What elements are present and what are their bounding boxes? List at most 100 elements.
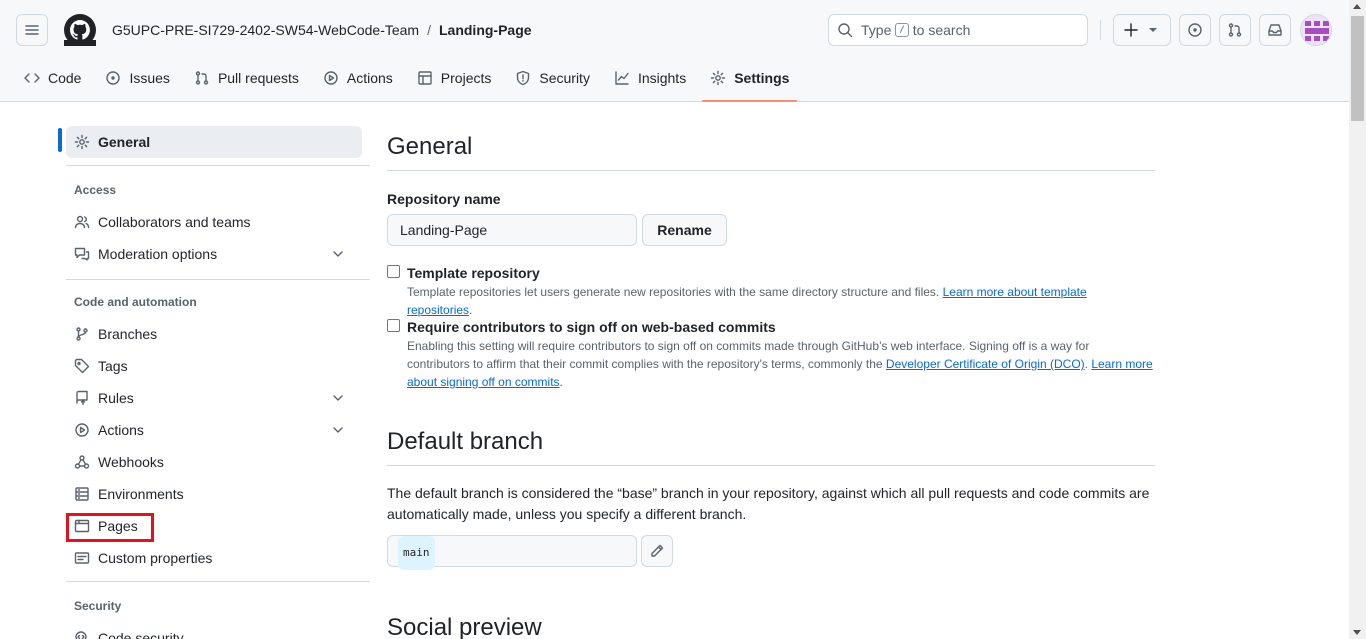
sidebar-item-collaborators[interactable]: Collaborators and teams: [66, 206, 362, 238]
pencil-icon: [649, 543, 665, 559]
sidebar-item-label: Environments: [98, 486, 184, 502]
repo-name-label: Repository name: [387, 191, 501, 207]
tab-label: Insights: [637, 70, 687, 86]
gear-icon: [710, 70, 726, 86]
github-logo-icon[interactable]: [64, 14, 96, 46]
tab-insights[interactable]: Insights: [606, 62, 694, 94]
dco-link[interactable]: Developer Certificate of Origin (DCO): [886, 357, 1085, 371]
menu-button[interactable]: [16, 14, 48, 46]
avatar[interactable]: [1300, 14, 1332, 46]
tag-icon: [74, 358, 90, 374]
signoff-checkbox[interactable]: [387, 319, 400, 332]
sidebar-item-label: Custom properties: [98, 550, 213, 566]
people-icon: [74, 214, 90, 230]
inbox-button[interactable]: [1259, 14, 1291, 46]
pull-requests-button[interactable]: [1219, 14, 1251, 46]
sidebar-item-custom-properties[interactable]: Custom properties: [66, 542, 362, 574]
sidebar-item-tags[interactable]: Tags: [66, 350, 362, 382]
table-icon: [417, 70, 433, 86]
sidebar-item-general[interactable]: General: [66, 126, 362, 158]
tab-label: Settings: [734, 70, 790, 86]
tab-actions[interactable]: Actions: [315, 62, 401, 94]
sidebar-item-webhooks[interactable]: Webhooks: [66, 446, 362, 478]
sidebar-divider: [66, 165, 370, 166]
breadcrumb: G5UPC-PRE-SI729-2402-SW54-WebCode-Team /…: [112, 21, 532, 39]
issue-opened-icon: [1187, 22, 1203, 38]
sidebar-divider: [66, 279, 370, 280]
issue-icon: [105, 70, 121, 86]
repo-name-input[interactable]: Landing-Page: [387, 214, 637, 246]
server-icon: [74, 486, 90, 502]
code-icon: [24, 70, 40, 86]
repo-push-icon: [74, 390, 90, 406]
git-branch-icon: [74, 326, 90, 342]
sidebar-item-label: Code security: [98, 630, 184, 639]
sidebar-item-label: Webhooks: [98, 454, 164, 470]
sidebar-item-label: Rules: [98, 390, 134, 406]
signoff-title: Require contributors to sign off on web-…: [407, 319, 776, 335]
chevron-down-icon: [330, 422, 346, 438]
sidebar-divider: [66, 581, 370, 582]
scrollbar-thumb[interactable]: [1351, 16, 1364, 121]
tab-label: Security: [539, 70, 590, 86]
inbox-icon: [1267, 22, 1283, 38]
search-input[interactable]: Type / to search: [828, 14, 1088, 46]
default-branch-desc: The default branch is considered the “ba…: [387, 485, 1150, 522]
sidebar-item-code-security[interactable]: Code security: [66, 622, 362, 639]
sidebar-item-moderation[interactable]: Moderation options: [66, 238, 362, 270]
sidebar-item-environments[interactable]: Environments: [66, 478, 362, 510]
tab-settings[interactable]: Settings: [702, 62, 798, 102]
sidebar-heading-security: Security: [74, 599, 122, 613]
tab-code[interactable]: Code: [16, 62, 89, 94]
breadcrumb-owner[interactable]: G5UPC-PRE-SI729-2402-SW54-WebCode-Team: [112, 21, 419, 39]
chevron-down-icon: [330, 246, 346, 262]
selected-indicator: [58, 128, 62, 152]
tab-label: Code: [48, 70, 82, 86]
gear-icon: [74, 134, 90, 150]
issues-button[interactable]: [1179, 14, 1211, 46]
pull-request-icon: [194, 70, 210, 86]
template-repository-checkbox[interactable]: [387, 265, 400, 278]
sidebar-item-branches[interactable]: Branches: [66, 318, 362, 350]
search-suffix: to search: [912, 22, 971, 38]
template-repository-title: Template repository: [407, 265, 540, 281]
play-icon: [74, 422, 90, 438]
scroll-up-icon[interactable]: [1353, 4, 1361, 9]
pages-highlight-box: [66, 513, 154, 542]
sidebar-item-label: General: [98, 134, 151, 150]
webhook-icon: [74, 454, 90, 470]
tab-label: Issues: [129, 70, 170, 86]
git-pull-request-icon: [1227, 22, 1243, 38]
sidebar-item-actions[interactable]: Actions: [66, 414, 362, 446]
rename-button[interactable]: Rename: [642, 214, 727, 246]
sidebar-heading-access: Access: [74, 183, 117, 197]
search-prefix: Type: [861, 22, 892, 38]
play-icon: [323, 70, 339, 86]
default-branch-field: main: [387, 535, 637, 570]
tab-security[interactable]: Security: [507, 62, 598, 94]
breadcrumb-separator: /: [427, 22, 431, 38]
tab-projects[interactable]: Projects: [409, 62, 500, 94]
breadcrumb-repo[interactable]: Landing-Page: [439, 21, 532, 39]
sidebar-item-label: Branches: [98, 326, 158, 342]
scroll-down-icon[interactable]: [1353, 630, 1361, 635]
triangle-down-icon: [1145, 22, 1161, 38]
header-divider: [1100, 20, 1101, 40]
tab-label: Actions: [346, 70, 393, 86]
tab-pull-requests[interactable]: Pull requests: [186, 62, 307, 94]
page-scrollbar[interactable]: [1349, 0, 1366, 639]
tab-label: Projects: [440, 70, 492, 86]
sidebar-item-label: Actions: [98, 422, 144, 438]
comment-discussion-icon: [74, 246, 90, 262]
signoff-desc: Enabling this setting will require contr…: [407, 339, 1153, 389]
tab-issues[interactable]: Issues: [97, 62, 177, 94]
edit-default-branch-button[interactable]: [641, 535, 673, 567]
search-shortcut-key: /: [895, 23, 909, 37]
create-new-button[interactable]: [1113, 14, 1171, 46]
hamburger-icon: [24, 22, 40, 38]
section-divider: [387, 465, 1155, 466]
default-branch-value: main: [398, 536, 435, 570]
default-branch-title: Default branch: [387, 428, 544, 455]
sidebar-item-rules[interactable]: Rules: [66, 382, 362, 414]
note-icon: [74, 550, 90, 566]
